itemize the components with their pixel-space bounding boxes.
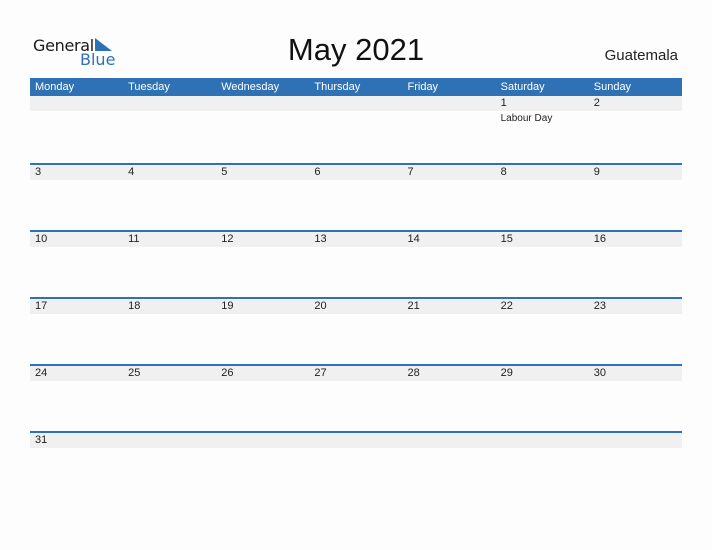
day-cell: 24	[30, 366, 123, 381]
day-cell	[496, 433, 589, 448]
day-cell: 8	[496, 165, 589, 180]
day-cell	[309, 433, 402, 448]
day-cell: 11	[123, 232, 216, 247]
day-cell: 23	[589, 299, 682, 314]
day-number: 13	[314, 233, 327, 245]
day-cell	[589, 433, 682, 448]
weekday-wednesday: Wednesday	[221, 81, 280, 93]
day-number: 9	[593, 166, 600, 178]
day-number: 7	[407, 166, 414, 178]
day-number: 23	[593, 300, 606, 312]
day-number: 31	[35, 434, 48, 446]
day-cell: 29	[496, 366, 589, 381]
day-cell: 26	[216, 366, 309, 381]
day-number: 8	[500, 166, 507, 178]
day-cell: 5	[216, 165, 309, 180]
holiday-label: Labour Day	[500, 113, 553, 124]
weeks-container: 1 Labour Day 2 3 4 5 6 7 8 9 10 11 12 13 14 15 16 17 18 19 2…	[30, 96, 682, 449]
day-number: 15	[500, 233, 513, 245]
day-cell: 30	[589, 366, 682, 381]
country-label: Guatemala	[604, 47, 678, 64]
day-cell: 27	[309, 366, 402, 381]
day-number: 16	[593, 233, 606, 245]
day-cell	[216, 433, 309, 448]
day-number: 10	[35, 233, 48, 245]
day-number: 26	[221, 367, 234, 379]
day-number: 17	[35, 300, 48, 312]
day-cell: 18	[123, 299, 216, 314]
day-cell: 16	[589, 232, 682, 247]
day-cell: 25	[123, 366, 216, 381]
week-row: 10 11 12 13 14 15 16	[30, 230, 682, 297]
week-row: 24 25 26 27 28 29 30	[30, 364, 682, 431]
day-cell: 9	[589, 165, 682, 180]
day-cell	[309, 96, 402, 111]
week-row: 3 4 5 6 7 8 9	[30, 163, 682, 230]
day-number: 22	[500, 300, 513, 312]
day-number: 6	[314, 166, 321, 178]
day-number: 20	[314, 300, 327, 312]
day-number: 25	[128, 367, 141, 379]
weekday-sunday: Sunday	[593, 81, 632, 93]
day-cell: 22	[496, 299, 589, 314]
day-cell: 4	[123, 165, 216, 180]
day-cell	[123, 96, 216, 111]
calendar-grid: Monday Tuesday Wednesday Thursday Friday…	[30, 78, 682, 449]
day-cell: 6	[309, 165, 402, 180]
day-cell: 14	[403, 232, 496, 247]
week-row: 31	[30, 431, 682, 449]
week-row: 1 Labour Day 2	[30, 96, 682, 163]
day-cell: 3	[30, 165, 123, 180]
day-cell	[123, 433, 216, 448]
day-number: 24	[35, 367, 48, 379]
day-number: 1	[500, 97, 507, 109]
day-number: 21	[407, 300, 420, 312]
day-number: 2	[593, 97, 600, 109]
weekday-header: Monday Tuesday Wednesday Thursday Friday…	[30, 78, 682, 96]
day-cell: 12	[216, 232, 309, 247]
day-number: 30	[593, 367, 606, 379]
day-cell	[30, 96, 123, 111]
weekday-thursday: Thursday	[314, 81, 361, 93]
day-cell: 28	[403, 366, 496, 381]
day-number: 12	[221, 233, 234, 245]
day-cell	[403, 96, 496, 111]
day-cell: 31	[30, 433, 123, 448]
weekday-friday: Friday	[407, 81, 439, 93]
day-number: 14	[407, 233, 420, 245]
day-cell: 7	[403, 165, 496, 180]
week-row: 17 18 19 20 21 22 23	[30, 297, 682, 364]
day-number: 18	[128, 300, 141, 312]
day-number: 29	[500, 367, 513, 379]
day-cell	[403, 433, 496, 448]
day-number: 19	[221, 300, 234, 312]
day-cell: 20	[309, 299, 402, 314]
weekday-monday: Monday	[35, 81, 75, 93]
day-cell	[216, 96, 309, 111]
day-number: 4	[128, 166, 135, 178]
day-number: 5	[221, 166, 228, 178]
day-cell: 1 Labour Day	[496, 96, 589, 124]
weekday-tuesday: Tuesday	[128, 81, 170, 93]
day-cell: 13	[309, 232, 402, 247]
day-cell: 21	[403, 299, 496, 314]
day-cell: 19	[216, 299, 309, 314]
day-number: 11	[128, 233, 140, 245]
day-number: 27	[314, 367, 327, 379]
day-cell: 17	[30, 299, 123, 314]
day-number: 28	[407, 367, 420, 379]
day-number: 3	[35, 166, 42, 178]
day-cell: 10	[30, 232, 123, 247]
day-cell: 2	[589, 96, 682, 111]
weekday-saturday: Saturday	[500, 81, 545, 93]
day-cell: 15	[496, 232, 589, 247]
